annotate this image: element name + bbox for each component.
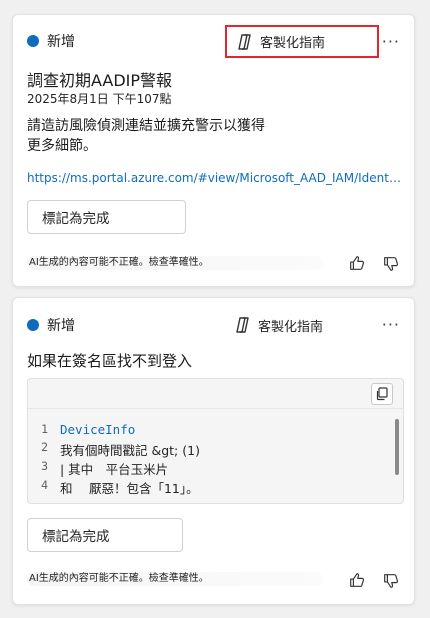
mark-complete-button[interactable]: 標記為完成	[27, 518, 183, 552]
status: 新增	[27, 31, 75, 51]
more-options-button[interactable]: ···	[382, 34, 400, 50]
code-scrollbar[interactable]	[395, 419, 399, 475]
customize-guide-button[interactable]: 客製化指南	[225, 312, 331, 338]
description: 請造訪風險偵測連結並擴充警示以獲得 更多細節。	[27, 116, 397, 156]
code-block: 1 DeviceInfo 2 我有個時間戳記 &gt; (1) 3 | 其中 平…	[27, 378, 404, 504]
thumbs-down-icon[interactable]	[382, 255, 400, 273]
line-number: 3	[41, 459, 48, 473]
timestamp: 2025年8月1日 下午107點	[27, 92, 172, 106]
ai-disclaimer: AI生成的內容可能不正確。檢查準確性。	[27, 572, 323, 586]
line-number: 2	[41, 440, 48, 454]
code-toolbar	[28, 379, 403, 409]
description-line: 更多細節。	[27, 138, 97, 154]
more-options-button[interactable]: ···	[382, 317, 400, 333]
line-number: 1	[41, 422, 48, 436]
code-line: 2 我有個時間戳記 &gt; (1)	[28, 440, 200, 459]
ai-disclaimer: AI生成的內容可能不正確。檢查準確性。	[27, 256, 323, 270]
status-dot-icon	[27, 319, 39, 331]
code-text: 和 厭惡！包含「11」。	[60, 481, 199, 496]
thumbs-down-icon[interactable]	[382, 572, 400, 590]
code-line: 1 DeviceInfo	[28, 422, 135, 437]
thumbs-up-icon[interactable]	[348, 254, 366, 272]
description-line: 請造訪風險偵測連結並擴充警示以獲得	[27, 118, 265, 134]
code-line: 4 和 厭惡！包含「11」。	[28, 478, 199, 497]
copy-icon	[376, 387, 388, 401]
task-card-2: 新增 客製化指南 ··· 如果在簽名區找不到登入 1 DeviceInfo 2 …	[12, 297, 415, 605]
customize-guide-label: 客製化指南	[258, 319, 324, 335]
copilot-icon	[238, 33, 251, 50]
task-card-1: 新增 客製化指南 ··· 調查初期AADIP警報 2025年8月1日 下午107…	[12, 14, 415, 287]
code-text: DeviceInfo	[60, 422, 136, 437]
card-title: 如果在簽名區找不到登入	[27, 352, 193, 370]
mark-complete-button[interactable]: 標記為完成	[27, 200, 186, 234]
card-title: 調查初期AADIP警報	[27, 71, 173, 90]
code-line: 3 | 其中 平台玉米片	[28, 459, 168, 478]
status-label: 新增	[47, 318, 75, 334]
customize-guide-label: 客製化指南	[260, 36, 326, 51]
status-label: 新增	[47, 34, 75, 50]
status: 新增	[27, 315, 75, 335]
line-number: 4	[41, 478, 48, 492]
copy-button[interactable]	[371, 383, 393, 405]
code-text: 我有個時間戳記 &gt; (1)	[60, 443, 200, 458]
code-text: | 其中 平台玉米片	[60, 462, 169, 477]
copilot-icon	[236, 317, 249, 333]
thumbs-up-icon[interactable]	[348, 571, 366, 589]
status-dot-icon	[27, 35, 39, 47]
risk-detection-link[interactable]: https://ms.portal.azure.com/#view/Micros…	[27, 171, 402, 185]
customize-guide-button[interactable]: 客製化指南	[225, 25, 379, 58]
